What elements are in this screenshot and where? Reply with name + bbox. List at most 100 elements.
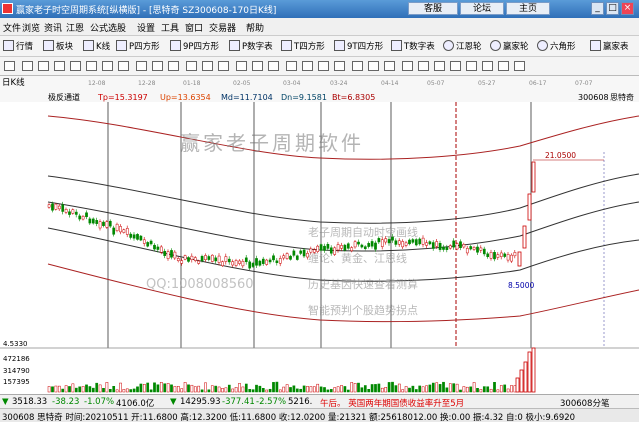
date-tick: 04-14 [381, 80, 399, 87]
toolbar-kline[interactable]: K线 [96, 40, 110, 52]
volume-bar [411, 385, 415, 393]
target-tool-icon[interactable] [450, 61, 461, 71]
candle-body [102, 221, 105, 226]
close-icon[interactable]: × [621, 2, 634, 15]
toolbar-quotes[interactable]: 行情 [16, 40, 33, 52]
candle-body [336, 244, 340, 251]
cycle-tool-icon[interactable] [118, 61, 129, 71]
square-tool-icon[interactable] [402, 61, 413, 71]
kline-chart[interactable]: 日K线 12-08 12-28 01-18 02-05 03-04 03-24 … [0, 76, 639, 394]
volume-bar [231, 388, 235, 393]
homepage-button[interactable]: 主页 [506, 2, 550, 15]
volume-bar [499, 385, 503, 393]
grid-tool-icon[interactable] [22, 61, 33, 71]
candle-body [455, 243, 459, 250]
candle-body [241, 260, 245, 267]
candle-body [479, 247, 483, 251]
cycle-line-tool-icon[interactable] [318, 61, 329, 71]
chart-tab[interactable]: 日K线 [2, 77, 25, 88]
arrow-tool-icon[interactable] [252, 61, 263, 71]
clock-tool-icon[interactable] [482, 61, 493, 71]
toolbar-gann-wheel[interactable]: 江恩轮 [456, 40, 482, 52]
sector-tool-icon[interactable] [498, 61, 509, 71]
volume-bar [408, 387, 411, 393]
toolbar-t-number[interactable]: T数字表 [404, 40, 435, 52]
toolbar-winner-table[interactable]: 赢家表 [603, 40, 629, 52]
menu-help[interactable]: 帮助 [246, 21, 264, 34]
volume-bar [404, 386, 408, 393]
toolbar-p-square[interactable]: P四方形 [129, 40, 160, 52]
spiral-tool-icon[interactable] [466, 61, 477, 71]
ratio-tool-icon[interactable] [352, 61, 363, 71]
menu-formula[interactable]: 公式选股 [90, 21, 126, 34]
menu-browse[interactable]: 浏览 [22, 21, 40, 34]
index-status-bar: ▼ 3518.33 -38.23 -1.07% 4106.0亿 ▼ 14295.… [0, 394, 639, 409]
menu-news[interactable]: 资讯 [44, 21, 62, 34]
wave-tool-icon[interactable] [434, 61, 445, 71]
period-tool-icon[interactable] [368, 61, 379, 71]
sun-tool-icon[interactable] [54, 61, 65, 71]
menu-tools[interactable]: 工具 [161, 21, 179, 34]
volume-bar [527, 351, 532, 393]
draw-tool-icon[interactable] [4, 61, 15, 71]
toolbar-t-square[interactable]: T四方形 [294, 40, 325, 52]
volume-bar [326, 389, 330, 393]
angle-tool-icon[interactable] [152, 61, 163, 71]
gann-fan-tool-icon[interactable] [286, 61, 297, 71]
maximize-icon[interactable]: □ [606, 2, 619, 15]
volume-bar [102, 388, 105, 393]
volume-bar [244, 383, 248, 393]
plus-tool-icon[interactable] [70, 61, 81, 71]
toolbar-winner-wheel[interactable]: 赢家轮 [503, 40, 529, 52]
chart-tool-icon[interactable] [102, 61, 113, 71]
volume-bar [136, 386, 139, 393]
menu-settings[interactable]: 设置 [137, 21, 155, 34]
split-tool-icon[interactable] [86, 61, 97, 71]
volume-bar [149, 389, 153, 393]
gear-tool-icon[interactable] [418, 61, 429, 71]
service-button[interactable]: 客服 [408, 2, 458, 15]
toolbar-sector[interactable]: 板块 [56, 40, 73, 52]
channel-tool-icon[interactable] [268, 61, 279, 71]
volume-bar [68, 386, 71, 393]
volume-bar [139, 383, 143, 393]
ruler-tool-icon[interactable] [136, 61, 147, 71]
cut-tool-icon[interactable] [334, 61, 345, 71]
toolbar-9p-square[interactable]: 9P四方形 [183, 40, 219, 52]
candle-body [95, 220, 99, 224]
fan-tool-icon[interactable] [168, 61, 179, 71]
circle-tool-icon[interactable] [38, 61, 49, 71]
table-tool-icon[interactable] [236, 61, 247, 71]
toolbar-p-number[interactable]: P数字表 [242, 40, 273, 52]
menu-gann[interactable]: 江恩 [66, 21, 84, 34]
date-tick: 07-07 [575, 80, 593, 87]
candle-body [292, 250, 296, 256]
volume-bar [329, 389, 333, 393]
menu-trader[interactable]: 交易器 [209, 21, 236, 34]
volume-bar [452, 383, 456, 393]
candle-body [227, 258, 231, 263]
toolbar-9t-square[interactable]: 9T四方形 [347, 40, 383, 52]
index1-value: 3518.33 [12, 397, 48, 407]
volume-bar [380, 387, 384, 393]
star-tool-icon[interactable] [384, 61, 395, 71]
zoom-tool-icon[interactable] [218, 61, 229, 71]
volume-bar [227, 384, 231, 393]
menu-window[interactable]: 窗口 [185, 21, 203, 34]
volume-bar [299, 388, 303, 393]
candle-body [452, 240, 456, 248]
winner-table-icon [590, 40, 601, 51]
volume-bar [353, 383, 357, 393]
menu-file[interactable]: 文件 [3, 21, 21, 34]
candle-body [81, 216, 85, 220]
box-tool-icon[interactable] [202, 61, 213, 71]
fib-tool-icon[interactable] [302, 61, 313, 71]
watermark-line: 老子周期自动时空画线 [308, 225, 418, 239]
marker-tool-icon[interactable] [514, 61, 525, 71]
toolbar-hexagon[interactable]: 六角形 [550, 40, 576, 52]
t-number-icon [391, 40, 402, 51]
forum-button[interactable]: 论坛 [460, 2, 504, 15]
candle-body [482, 248, 486, 255]
line-tool-icon[interactable] [186, 61, 197, 71]
minimize-icon[interactable]: _ [591, 2, 604, 15]
